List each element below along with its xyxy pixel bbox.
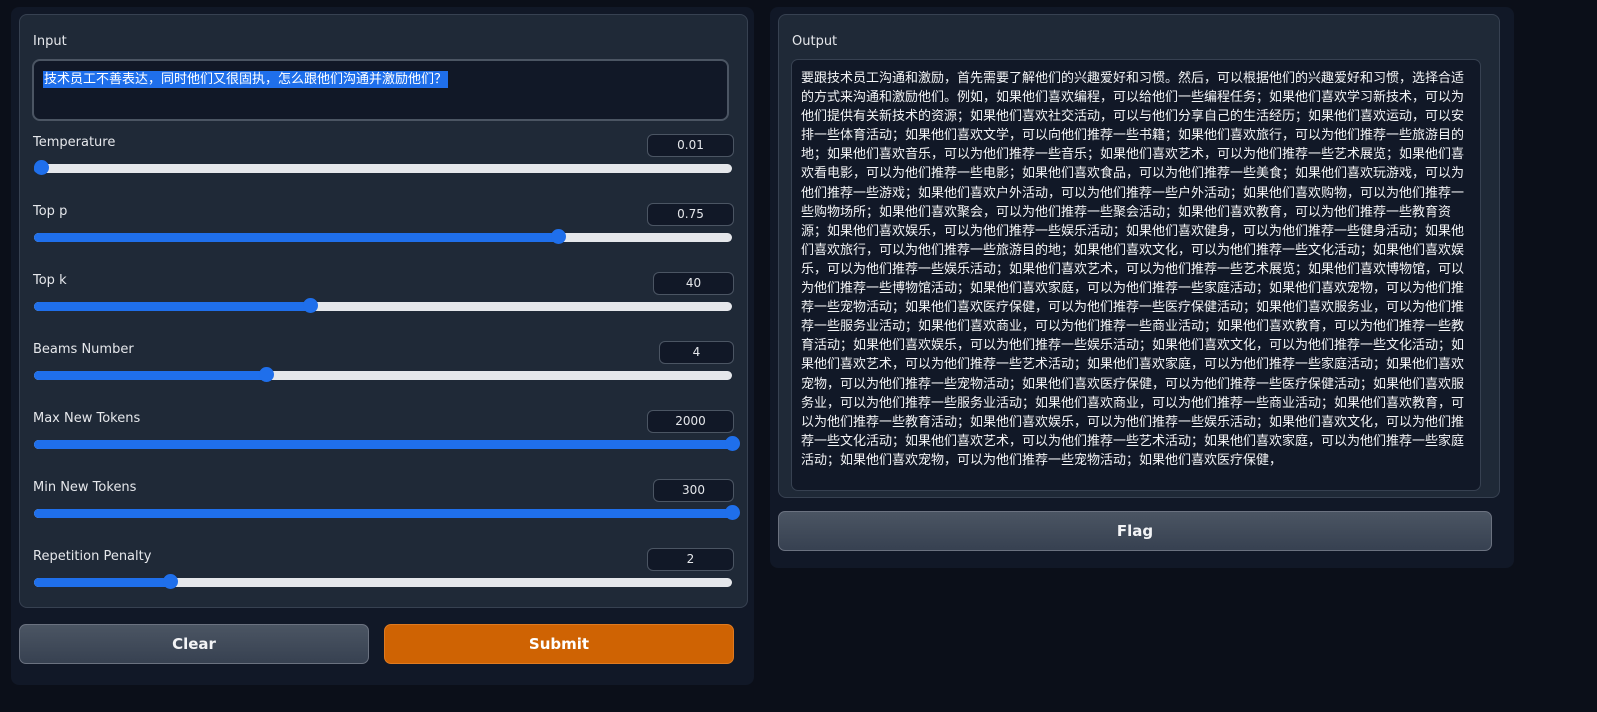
input-textarea[interactable]: 技术员工不善表达，同时他们又很固执，怎么跟他们沟通并激励他们？ (32, 59, 729, 121)
submit-button[interactable]: Submit (384, 624, 734, 664)
beams-number-thumb[interactable] (259, 367, 275, 382)
input-text: 技术员工不善表达，同时他们又很固执，怎么跟他们沟通并激励他们？ (43, 71, 449, 88)
beams-number-fill (34, 371, 267, 380)
min-new-tokens-track[interactable] (34, 505, 740, 520)
max-new-tokens-number-input[interactable]: 2000 (647, 410, 734, 433)
repetition-penalty-track[interactable] (34, 574, 732, 589)
max-new-tokens-fill (34, 440, 732, 449)
slider-temperature: Temperature 0.01 (19, 124, 748, 194)
repetition-penalty-thumb[interactable] (163, 574, 179, 589)
slider-top-k: Top k 40 (19, 262, 748, 332)
temperature-track[interactable] (33, 160, 732, 175)
top-k-label: Top k (33, 273, 67, 288)
top-k-thumb[interactable] (302, 298, 318, 313)
input-label: Input (33, 34, 67, 49)
top-k-track[interactable] (34, 298, 732, 313)
repetition-penalty-fill (34, 578, 171, 587)
top-p-thumb[interactable] (550, 229, 566, 244)
output-panel: Output 要跟技术员工沟通和激励，首先需要了解他们的兴趣爱好和习惯。然后，可… (778, 14, 1500, 498)
output-column: Output 要跟技术员工沟通和激励，首先需要了解他们的兴趣爱好和习惯。然后，可… (770, 7, 1514, 568)
temperature-number-input[interactable]: 0.01 (647, 134, 734, 157)
max-new-tokens-track[interactable] (34, 436, 740, 451)
min-new-tokens-number-input[interactable]: 300 (653, 479, 734, 502)
slider-max-new-tokens: Max New Tokens 2000 (19, 400, 748, 470)
top-p-label: Top p (33, 204, 68, 219)
top-k-fill (34, 302, 310, 311)
beams-number-label: Beams Number (33, 342, 134, 357)
min-new-tokens-label: Min New Tokens (33, 480, 137, 495)
beams-number-track[interactable] (34, 367, 732, 382)
output-label: Output (792, 34, 838, 49)
temperature-label: Temperature (33, 135, 116, 150)
clear-button[interactable]: Clear (19, 624, 369, 664)
min-new-tokens-fill (34, 509, 732, 518)
temperature-thumb[interactable] (33, 160, 49, 175)
repetition-penalty-label: Repetition Penalty (33, 549, 152, 564)
output-textarea[interactable]: 要跟技术员工沟通和激励，首先需要了解他们的兴趣爱好和习惯。然后，可以根据他们的兴… (791, 59, 1481, 491)
beams-number-input[interactable]: 4 (659, 341, 734, 364)
top-p-number-input[interactable]: 0.75 (647, 203, 734, 226)
flag-button[interactable]: Flag (778, 511, 1492, 551)
min-new-tokens-thumb[interactable] (725, 505, 740, 520)
top-p-track[interactable] (34, 229, 732, 244)
repetition-penalty-number-input[interactable]: 2 (647, 548, 734, 571)
input-column: Input 技术员工不善表达，同时他们又很固执，怎么跟他们沟通并激励他们？ Te… (11, 7, 754, 685)
top-p-fill (34, 233, 558, 242)
input-panel: Input 技术员工不善表达，同时他们又很固执，怎么跟他们沟通并激励他们？ (19, 14, 748, 125)
slider-repetition-penalty: Repetition Penalty 2 (19, 538, 748, 608)
top-k-number-input[interactable]: 40 (653, 272, 734, 295)
slider-top-p: Top p 0.75 (19, 193, 748, 263)
slider-min-new-tokens: Min New Tokens 300 (19, 469, 748, 539)
max-new-tokens-label: Max New Tokens (33, 411, 141, 426)
max-new-tokens-thumb[interactable] (725, 436, 740, 451)
slider-beams-number: Beams Number 4 (19, 331, 748, 401)
